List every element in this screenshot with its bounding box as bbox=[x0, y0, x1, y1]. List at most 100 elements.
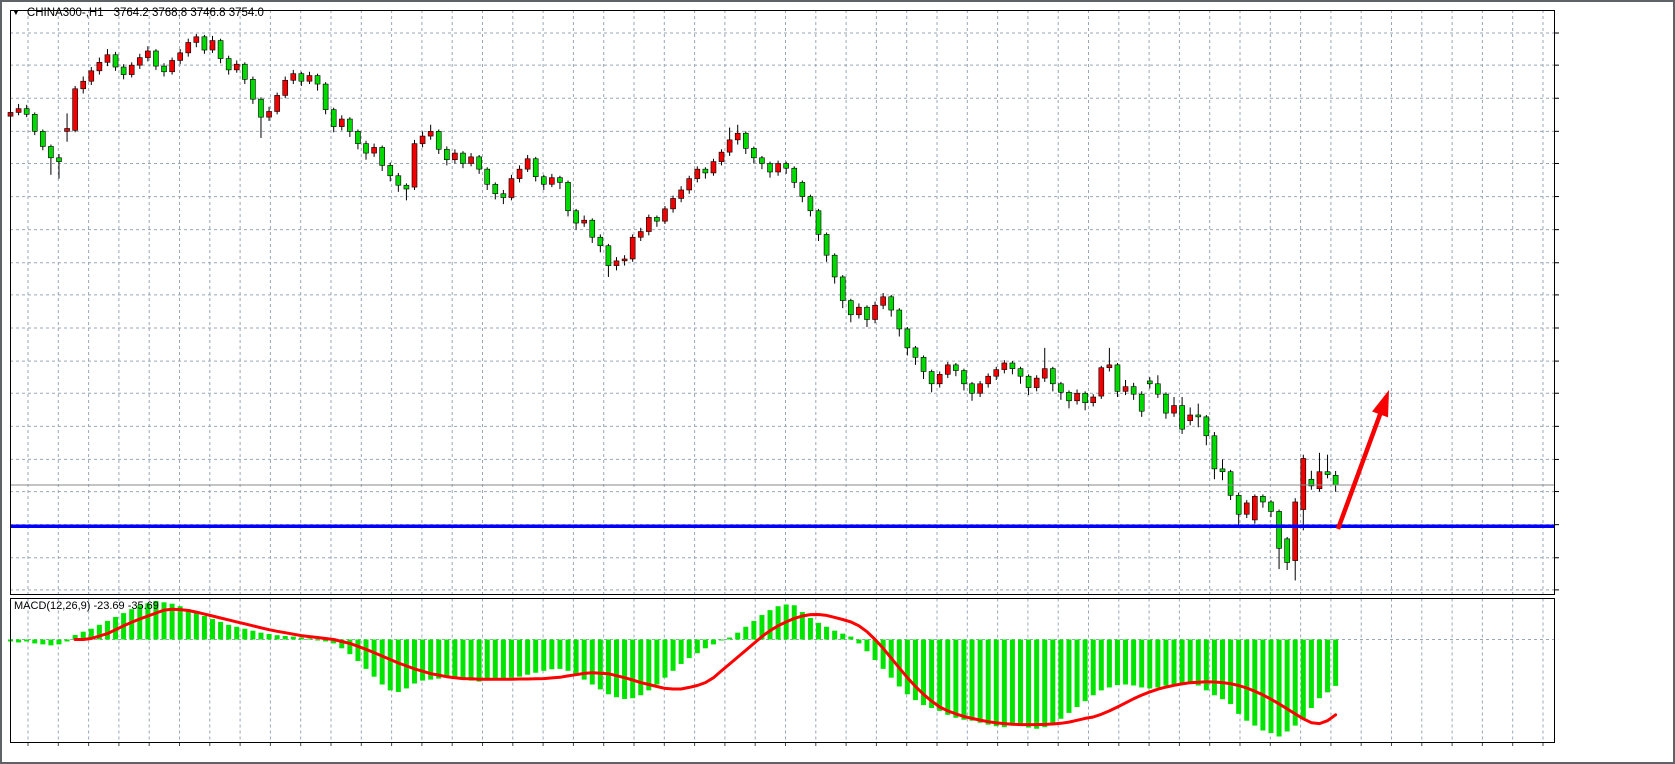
symbol-dropdown-icon[interactable]: ▼ bbox=[12, 8, 20, 17]
candle-body bbox=[1317, 472, 1322, 489]
candle-body bbox=[622, 259, 627, 261]
candle-body bbox=[210, 41, 215, 50]
candle-body bbox=[364, 144, 369, 153]
macd-bar bbox=[493, 640, 498, 680]
macd-bar bbox=[1188, 640, 1193, 684]
candle-body bbox=[864, 307, 869, 319]
candle-body bbox=[452, 153, 457, 160]
macd-bar bbox=[832, 631, 837, 640]
macd-bar bbox=[1252, 640, 1257, 726]
macd-bar bbox=[654, 640, 659, 685]
candle-body bbox=[1268, 502, 1273, 511]
candle-body bbox=[743, 133, 748, 148]
macd-bar bbox=[541, 640, 546, 671]
macd-bar bbox=[1066, 640, 1071, 713]
candle-body bbox=[323, 84, 328, 110]
macd-bar bbox=[1309, 640, 1314, 708]
candle-body bbox=[234, 64, 239, 70]
macd-bar bbox=[1277, 640, 1282, 737]
macd-bar bbox=[258, 633, 263, 640]
macd-bar bbox=[679, 640, 684, 664]
candle-body bbox=[986, 376, 991, 384]
macd-bar bbox=[364, 640, 369, 669]
symbol-period-label: CHINA300-,H1 bbox=[27, 7, 104, 19]
macd-bar bbox=[1091, 640, 1096, 696]
macd-bar bbox=[32, 640, 37, 644]
candle-body bbox=[549, 178, 554, 185]
macd-bar bbox=[1034, 640, 1039, 729]
candle-body bbox=[517, 169, 522, 178]
macd-bar bbox=[1107, 640, 1112, 688]
grid-lines bbox=[10, 10, 1555, 746]
macd-bar bbox=[856, 640, 861, 644]
macd-bar bbox=[1301, 640, 1306, 719]
candle-body bbox=[840, 277, 845, 301]
macd-bar bbox=[735, 633, 740, 640]
candle-body bbox=[566, 182, 571, 210]
macd-bar bbox=[768, 610, 773, 639]
macd-bar bbox=[953, 640, 958, 718]
macd-bar bbox=[816, 623, 821, 640]
macd-bar bbox=[598, 640, 603, 690]
macd-bar bbox=[695, 640, 700, 654]
macd-bar bbox=[307, 639, 312, 640]
candle-body bbox=[1244, 503, 1249, 514]
candle-body bbox=[218, 41, 223, 59]
candle-body bbox=[557, 178, 562, 183]
macd-bar bbox=[711, 640, 716, 645]
macd-bar bbox=[574, 640, 579, 675]
candle-body bbox=[873, 305, 878, 319]
candle-body bbox=[388, 165, 393, 175]
candle-body bbox=[881, 297, 886, 306]
macd-bar bbox=[299, 638, 304, 640]
macd-signal-line bbox=[75, 609, 1336, 724]
candle-body bbox=[40, 131, 45, 146]
macd-bar bbox=[727, 638, 732, 640]
candle-body bbox=[412, 144, 417, 187]
candle-body bbox=[162, 66, 167, 72]
candle-body bbox=[267, 111, 272, 117]
macd-bar bbox=[1026, 640, 1031, 728]
macd-bar bbox=[24, 640, 29, 642]
macd-bar bbox=[671, 640, 676, 671]
macd-bar bbox=[1099, 640, 1104, 691]
candle-body bbox=[469, 157, 474, 164]
macd-bar bbox=[186, 609, 191, 639]
candle-body bbox=[800, 182, 805, 196]
candle-body bbox=[638, 232, 643, 238]
candle-body bbox=[978, 384, 983, 393]
macd-bar bbox=[1050, 640, 1055, 724]
macd-bar bbox=[444, 640, 449, 678]
candle-body bbox=[1277, 511, 1282, 548]
candle-body bbox=[113, 55, 118, 67]
macd-bar bbox=[1333, 640, 1338, 686]
macd-bar bbox=[436, 640, 441, 679]
candle-body bbox=[1333, 475, 1338, 485]
candle-body bbox=[889, 297, 894, 310]
candle-body bbox=[258, 99, 263, 117]
chart-window: ▼CHINA300-,H13764.2 3768.8 3746.8 3754.0… bbox=[0, 0, 1675, 764]
macd-bar bbox=[517, 640, 522, 677]
candle-body bbox=[81, 81, 86, 89]
macd-bar bbox=[56, 640, 61, 645]
candle-body bbox=[1220, 469, 1225, 472]
macd-bar bbox=[905, 640, 910, 695]
price-chart-canvas bbox=[2, 2, 1675, 764]
candle-body bbox=[525, 159, 530, 169]
macd-bar bbox=[994, 640, 999, 727]
candle-body bbox=[711, 162, 716, 173]
macd-bar bbox=[1042, 640, 1047, 728]
candle-body bbox=[606, 246, 611, 266]
macd-bar bbox=[355, 640, 360, 662]
macd-bar bbox=[1155, 640, 1160, 688]
candle-body bbox=[444, 149, 449, 159]
macd-bar bbox=[16, 640, 21, 643]
candle-body bbox=[1147, 381, 1152, 384]
candle-body bbox=[1099, 368, 1104, 396]
macd-bar bbox=[485, 640, 490, 681]
candle-body bbox=[1066, 392, 1071, 401]
macd-bar bbox=[291, 637, 296, 640]
macd-bar bbox=[1212, 640, 1217, 696]
macd-bar bbox=[1196, 640, 1201, 686]
candle-body bbox=[1196, 415, 1201, 417]
